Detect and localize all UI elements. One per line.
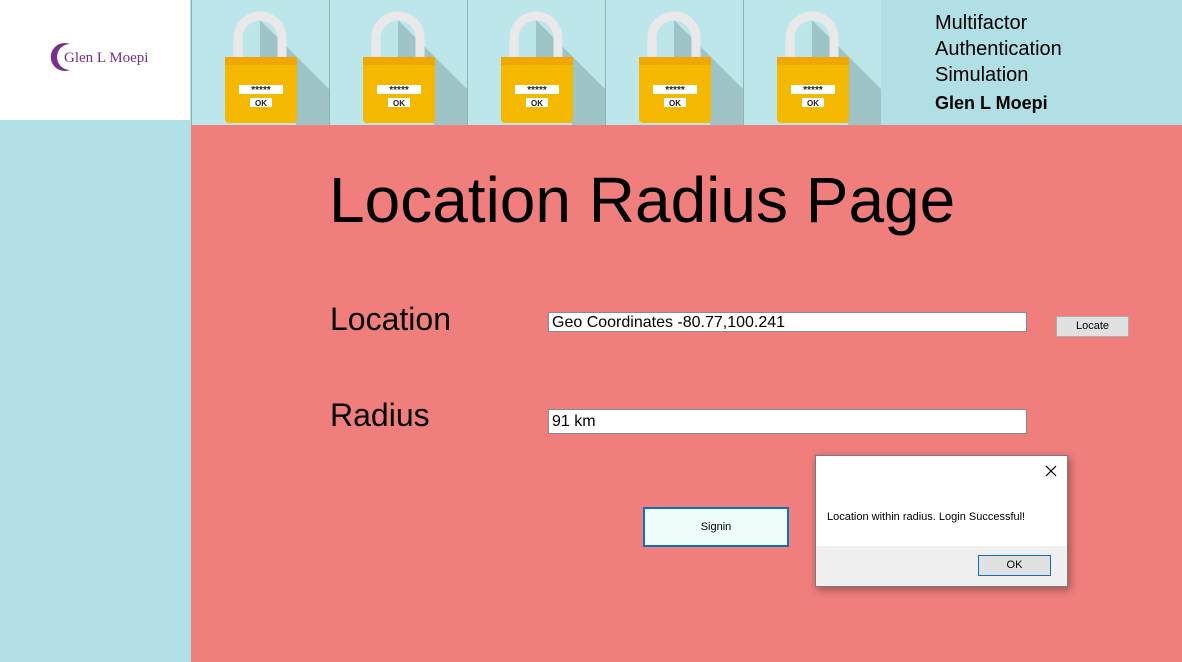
lock-banner: ***** OK ***** OK ***** OK ***** OK ****… [191,0,881,125]
lock-tile: ***** OK [743,0,881,125]
password-mask: ***** [803,85,823,96]
app-author: Glen L Moepi [935,93,1048,113]
lock-ok-label: OK [393,99,405,108]
message-dialog: Location within radius. Login Successful… [815,455,1068,587]
location-label: Location [330,301,451,337]
app-title-line: Authentication [935,38,1062,60]
lock-ok-label: OK [807,99,819,108]
password-mask: ***** [389,85,409,96]
lock-tile: ***** OK [467,0,605,125]
dialog-body: Location within radius. Login Successful… [816,456,1067,546]
padlock-icon: ***** OK [225,11,329,125]
radius-label: Radius [330,397,430,433]
app-title: Multifactor Authentication Simulation [935,10,1135,88]
password-mask: ***** [665,85,685,96]
padlock-icon: ***** OK [501,11,605,125]
locate-button[interactable]: Locate [1056,316,1129,337]
lock-tile: ***** OK [191,0,329,125]
dialog-message: Location within radius. Login Successful… [827,511,1026,523]
app-title-line: Simulation [935,64,1029,86]
location-input[interactable]: Geo Coordinates -80.77,100.241 [548,312,1027,332]
lock-ok-label: OK [669,99,681,108]
lock-ok-label: OK [255,99,267,108]
logo-panel: Glen L Moepi [0,0,190,120]
padlock-icon: ***** OK [363,11,467,125]
signin-button[interactable]: Signin [643,507,789,547]
lock-tile: ***** OK [329,0,467,125]
close-icon[interactable] [1042,462,1060,480]
password-mask: ***** [251,85,271,96]
lock-tile: ***** OK [605,0,743,125]
page-title: Location Radius Page [329,164,956,236]
dialog-ok-button[interactable]: OK [978,555,1051,576]
left-panel [0,120,191,662]
app-title-line: Multifactor [935,12,1028,34]
header-title-panel: Multifactor Authentication Simulation Gl… [881,0,1182,125]
lock-ok-label: OK [531,99,543,108]
padlock-icon: ***** OK [777,11,881,125]
password-mask: ***** [527,85,547,96]
padlock-icon: ***** OK [639,11,743,125]
radius-input[interactable]: 91 km [548,409,1027,434]
logo-text: Glen L Moepi [64,50,149,66]
